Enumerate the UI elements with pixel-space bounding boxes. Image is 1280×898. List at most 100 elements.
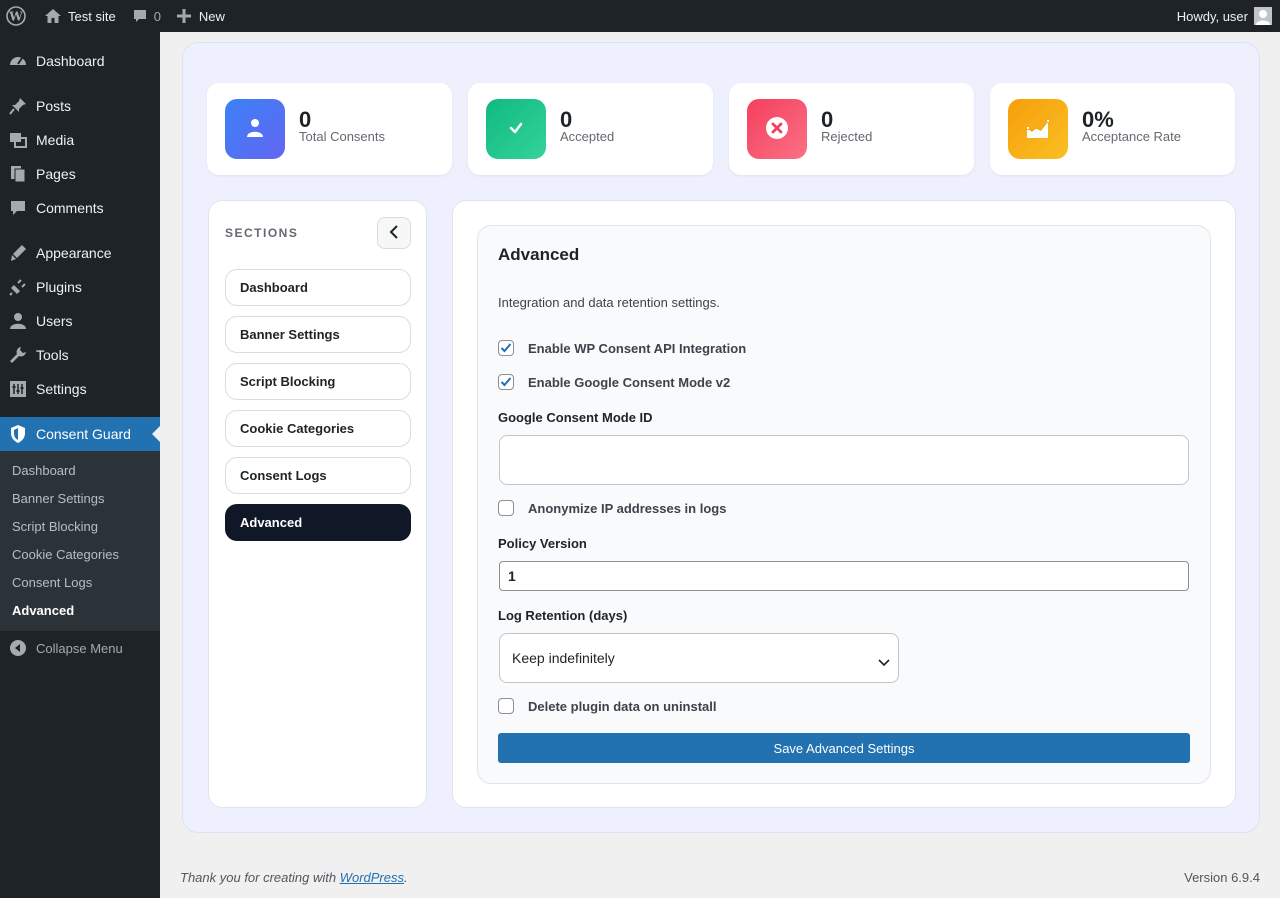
anonymize-ip-checkbox[interactable] <box>498 500 514 516</box>
plugin-panel: 0 Total Consents 0 Accepted 0 Rejected 0… <box>182 42 1260 833</box>
my-account-link[interactable]: Howdy, user <box>1169 0 1280 32</box>
comment-icon <box>0 198 36 218</box>
svg-text:W: W <box>8 10 23 24</box>
footer-thanks: Thank you for creating with WordPress. <box>180 870 408 885</box>
stat-label: Acceptance Rate <box>1082 129 1182 144</box>
gcm-id-label: Google Consent Mode ID <box>498 410 653 425</box>
menu-label: Dashboard <box>36 53 105 69</box>
consent-guard-submenu: Dashboard Banner Settings Script Blockin… <box>0 451 160 631</box>
dashboard-icon <box>0 51 36 71</box>
menu-label: Posts <box>36 98 72 114</box>
admin-sidebar: Dashboard Posts Media Pages Comments App… <box>0 32 160 898</box>
delete-data-checkbox[interactable] <box>498 698 514 714</box>
menu-item-tools[interactable]: Tools <box>0 338 160 372</box>
new-content-link[interactable]: New <box>169 0 233 32</box>
submenu-item-dashboard[interactable]: Dashboard <box>12 463 76 478</box>
section-button-advanced[interactable]: Advanced <box>225 504 411 541</box>
collapse-sections-button[interactable] <box>377 217 411 249</box>
chevron-left-icon <box>389 224 399 242</box>
footer-thanks-suffix: . <box>404 870 408 885</box>
stat-card-rejected: 0 Rejected <box>729 83 974 175</box>
section-button-banner-settings[interactable]: Banner Settings <box>225 316 411 353</box>
footer-version: Version 6.9.4 <box>1184 870 1260 885</box>
admin-bar: W Test site 0 New Howdy, user <box>0 0 1280 32</box>
new-label: New <box>198 8 225 24</box>
menu-label: Media <box>36 132 75 148</box>
wrench-icon <box>0 345 36 365</box>
google-consent-checkbox[interactable] <box>498 374 514 390</box>
section-heading: Advanced <box>498 245 580 264</box>
menu-label: Consent Guard <box>36 426 131 442</box>
menu-label: Plugins <box>36 279 82 295</box>
menu-item-dashboard[interactable]: Dashboard <box>0 44 160 78</box>
pin-icon <box>0 96 36 116</box>
menu-item-plugins[interactable]: Plugins <box>0 270 160 304</box>
stat-card-acceptance-rate: 0% Acceptance Rate <box>990 83 1235 175</box>
x-circle-icon <box>765 116 789 143</box>
plugin-icon <box>0 277 36 297</box>
stat-card-accepted: 0 Accepted <box>468 83 713 175</box>
user-icon <box>0 311 36 331</box>
comments-count: 0 <box>153 8 161 24</box>
menu-item-pages[interactable]: Pages <box>0 157 160 191</box>
submenu-item-cookie-categories[interactable]: Cookie Categories <box>12 547 119 562</box>
policy-version-label: Policy Version <box>498 536 587 551</box>
wp-consent-api-row: Enable WP Consent API Integration <box>498 340 746 356</box>
menu-label: Users <box>36 313 73 329</box>
section-button-script-blocking[interactable]: Script Blocking <box>225 363 411 400</box>
menu-label: Settings <box>36 381 87 397</box>
submenu-item-consent-logs[interactable]: Consent Logs <box>12 575 92 590</box>
menu-item-appearance[interactable]: Appearance <box>0 236 160 270</box>
log-retention-value: Keep indefinitely <box>512 650 615 666</box>
submenu-item-banner-settings[interactable]: Banner Settings <box>12 491 105 506</box>
chart-trend-icon <box>1025 116 1051 143</box>
stat-label: Accepted <box>560 129 615 144</box>
site-name-link[interactable]: Test site <box>36 0 124 32</box>
pages-icon <box>0 164 36 184</box>
settings-icon <box>0 379 36 399</box>
menu-item-posts[interactable]: Posts <box>0 89 160 123</box>
site-name: Test site <box>68 8 116 24</box>
footer-thanks-prefix: Thank you for creating with <box>180 870 340 885</box>
chevron-down-icon <box>878 654 890 670</box>
section-button-dashboard[interactable]: Dashboard <box>225 269 411 306</box>
howdy-greeting: Howdy, user <box>1176 8 1248 24</box>
policy-version-input[interactable] <box>499 561 1189 591</box>
wp-consent-api-checkbox[interactable] <box>498 340 514 356</box>
stat-card-total-consents: 0 Total Consents <box>207 83 452 175</box>
avatar <box>1254 7 1272 25</box>
submenu-item-advanced[interactable]: Advanced <box>12 603 74 618</box>
menu-item-settings[interactable]: Settings <box>0 372 160 406</box>
section-description: Integration and data retention settings. <box>498 295 720 310</box>
menu-item-media[interactable]: Media <box>0 123 160 157</box>
plus-icon <box>176 9 191 23</box>
checkmark-icon <box>507 119 525 140</box>
comments-link[interactable]: 0 <box>124 0 169 32</box>
delete-data-row: Delete plugin data on uninstall <box>498 698 717 714</box>
section-button-cookie-categories[interactable]: Cookie Categories <box>225 410 411 447</box>
menu-label: Pages <box>36 166 76 182</box>
menu-item-comments[interactable]: Comments <box>0 191 160 225</box>
save-advanced-settings-button[interactable]: Save Advanced Settings <box>498 733 1190 763</box>
collapse-menu-button[interactable]: Collapse Menu <box>0 636 123 660</box>
user-icon <box>244 117 266 142</box>
settings-main: Advanced Integration and data retention … <box>452 200 1236 808</box>
wordpress-logo-icon[interactable]: W <box>0 0 36 32</box>
comment-bubble-icon <box>132 8 148 24</box>
sections-nav: SECTIONS Dashboard Banner Settings Scrip… <box>208 200 427 808</box>
gcm-id-input[interactable] <box>499 435 1189 485</box>
menu-item-consent-guard[interactable]: Consent Guard <box>0 417 160 451</box>
menu-item-users[interactable]: Users <box>0 304 160 338</box>
stat-icon-bg <box>486 99 546 159</box>
section-button-consent-logs[interactable]: Consent Logs <box>225 457 411 494</box>
submenu-item-script-blocking[interactable]: Script Blocking <box>12 519 98 534</box>
menu-label: Comments <box>36 200 104 216</box>
wordpress-link[interactable]: WordPress <box>340 870 404 885</box>
delete-data-label: Delete plugin data on uninstall <box>528 698 717 714</box>
anonymize-ip-row: Anonymize IP addresses in logs <box>498 500 726 516</box>
menu-label: Tools <box>36 347 69 363</box>
stat-icon-bg <box>225 99 285 159</box>
media-icon <box>0 130 36 150</box>
log-retention-select[interactable]: Keep indefinitely <box>499 633 899 683</box>
home-icon <box>44 7 62 25</box>
